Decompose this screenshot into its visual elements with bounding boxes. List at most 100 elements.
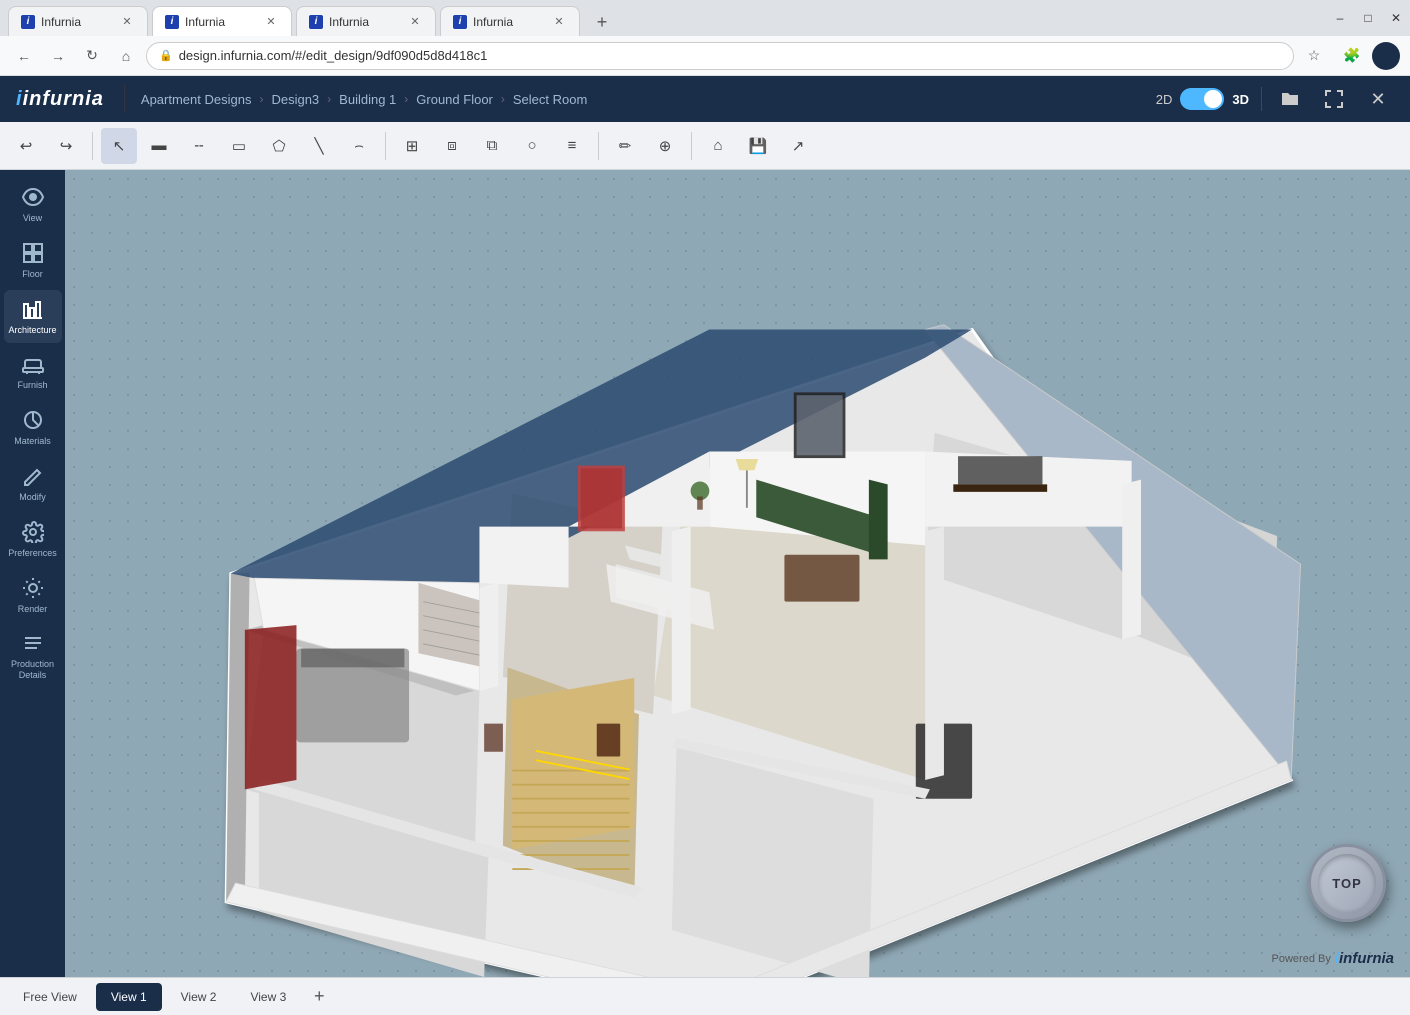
- tab-favicon: [165, 15, 179, 29]
- preferences-icon: [22, 521, 44, 548]
- floorplan-3d: [65, 170, 1410, 977]
- view-tab-view1[interactable]: View 1: [96, 983, 162, 1011]
- toolbar-separator: [92, 132, 93, 160]
- arc-tool[interactable]: ⌢: [341, 128, 377, 164]
- toggle-switch[interactable]: [1180, 88, 1224, 110]
- breadcrumb: Apartment Designs › Design3 › Building 1 › Gro…: [141, 92, 587, 107]
- sidebar-item-architecture[interactable]: Architecture: [4, 290, 62, 344]
- select-tool[interactable]: ↖: [101, 128, 137, 164]
- sidebar-item-furnish[interactable]: Furnish: [4, 345, 62, 399]
- breadcrumb-separator: ›: [501, 92, 505, 106]
- view-tab-view3[interactable]: View 3: [235, 983, 301, 1011]
- tab-close-button[interactable]: ✕: [263, 14, 279, 30]
- breadcrumb-item[interactable]: Apartment Designs: [141, 92, 252, 107]
- browser-tab[interactable]: Infurnia ✕: [440, 6, 580, 36]
- sidebar-item-view[interactable]: View: [4, 178, 62, 232]
- shape-tool[interactable]: ⬠: [261, 128, 297, 164]
- draw-wall-tool[interactable]: ▬: [141, 128, 177, 164]
- share-button[interactable]: ↗: [780, 128, 816, 164]
- undo-button[interactable]: ↩: [8, 128, 44, 164]
- sidebar-label-preferences: Preferences: [8, 548, 57, 559]
- add-view-button[interactable]: +: [305, 983, 333, 1011]
- forward-button[interactable]: →: [44, 42, 72, 70]
- reload-button[interactable]: ↻: [78, 42, 106, 70]
- close-app-button[interactable]: ✕: [1362, 83, 1394, 115]
- address-bar[interactable]: 🔒 design.infurnia.com/#/edit_design/9df0…: [146, 42, 1294, 70]
- tab-close-button[interactable]: ✕: [551, 14, 567, 30]
- view-tab-view2[interactable]: View 2: [166, 983, 232, 1011]
- address-text: design.infurnia.com/#/edit_design/9df090…: [179, 48, 488, 63]
- tab-favicon: [21, 15, 35, 29]
- redo-button[interactable]: ↪: [48, 128, 84, 164]
- powered-by-bar: Powered By iinfurnia: [1272, 950, 1394, 967]
- sidebar-label-render: Render: [18, 604, 48, 615]
- sidebar-item-materials[interactable]: Materials: [4, 401, 62, 455]
- layers-tool[interactable]: ⧉: [474, 128, 510, 164]
- breadcrumb-item[interactable]: Ground Floor: [416, 92, 493, 107]
- sidebar-item-render[interactable]: Render: [4, 569, 62, 623]
- canvas-area[interactable]: TOP Powered By iinfurnia: [65, 170, 1410, 977]
- home-browser-button[interactable]: ⌂: [112, 42, 140, 70]
- browser-tab[interactable]: Infurnia ✕: [8, 6, 148, 36]
- tab-favicon: [309, 15, 323, 29]
- folder-button[interactable]: [1274, 83, 1306, 115]
- view-tab-free[interactable]: Free View: [8, 983, 92, 1011]
- extensions-button[interactable]: 🧩: [1338, 42, 1366, 70]
- save-button[interactable]: 💾: [740, 128, 776, 164]
- bookmark-button[interactable]: ☆: [1300, 42, 1328, 70]
- sidebar-item-production[interactable]: Production Details: [4, 624, 62, 689]
- furnish-icon: [22, 353, 44, 380]
- draw-tool[interactable]: ✏: [607, 128, 643, 164]
- close-window-button[interactable]: ✕: [1382, 7, 1410, 29]
- app-logo: iinfurnia: [16, 88, 104, 111]
- sidebar-item-preferences[interactable]: Preferences: [4, 513, 62, 567]
- materials-icon: [22, 409, 44, 436]
- floor-icon: [22, 242, 44, 269]
- tab-title: Infurnia: [185, 15, 259, 29]
- sidebar-label-materials: Materials: [14, 436, 51, 447]
- home-view-button[interactable]: ⌂: [700, 128, 736, 164]
- 2d-label: 2D: [1156, 92, 1173, 107]
- browser-tab[interactable]: Infurnia ✕: [296, 6, 436, 36]
- header-divider: [1261, 87, 1262, 111]
- breadcrumb-separator: ›: [404, 92, 408, 106]
- powered-by-text: Powered By: [1272, 953, 1331, 965]
- toolbar-separator: [598, 132, 599, 160]
- render-icon: [22, 577, 44, 604]
- line-tool[interactable]: ╲: [301, 128, 337, 164]
- new-tab-button[interactable]: +: [588, 8, 616, 36]
- modify-icon: [22, 465, 44, 492]
- tab-close-button[interactable]: ✕: [407, 14, 423, 30]
- sidebar-item-floor[interactable]: Floor: [4, 234, 62, 288]
- toolbar-separator: [385, 132, 386, 160]
- stack-tool[interactable]: ≡: [554, 128, 590, 164]
- grid-tool[interactable]: ⊞: [394, 128, 430, 164]
- sidebar-label-floor: Floor: [22, 269, 43, 280]
- light-tool[interactable]: ○: [514, 128, 550, 164]
- sidebar-label-architecture: Architecture: [8, 325, 56, 336]
- rectangle-tool[interactable]: ▭: [221, 128, 257, 164]
- fullscreen-button[interactable]: [1318, 83, 1350, 115]
- browser-tab[interactable]: Infurnia ✕: [152, 6, 292, 36]
- sidebar-label-view: View: [23, 213, 42, 224]
- zoom-tool[interactable]: ⊕: [647, 128, 683, 164]
- hatch-tool[interactable]: ⧈: [434, 128, 470, 164]
- tab-title: Infurnia: [41, 15, 115, 29]
- breadcrumb-separator: ›: [259, 92, 263, 106]
- breadcrumb-item[interactable]: Select Room: [513, 92, 587, 107]
- view-mode-toggle[interactable]: 2D 3D: [1156, 88, 1249, 110]
- maximize-button[interactable]: □: [1354, 7, 1382, 29]
- sidebar-label-furnish: Furnish: [17, 380, 47, 391]
- compass-widget[interactable]: TOP: [1308, 844, 1386, 922]
- breadcrumb-separator: ›: [327, 92, 331, 106]
- back-button[interactable]: ←: [10, 42, 38, 70]
- 3d-label: 3D: [1232, 92, 1249, 107]
- breadcrumb-item[interactable]: Building 1: [339, 92, 396, 107]
- dashed-wall-tool[interactable]: ╌: [181, 128, 217, 164]
- minimize-button[interactable]: –: [1326, 7, 1354, 29]
- tab-close-button[interactable]: ✕: [119, 14, 135, 30]
- profile-button[interactable]: [1372, 42, 1400, 70]
- breadcrumb-item[interactable]: Design3: [271, 92, 319, 107]
- lock-icon: 🔒: [159, 49, 173, 62]
- sidebar-item-modify[interactable]: Modify: [4, 457, 62, 511]
